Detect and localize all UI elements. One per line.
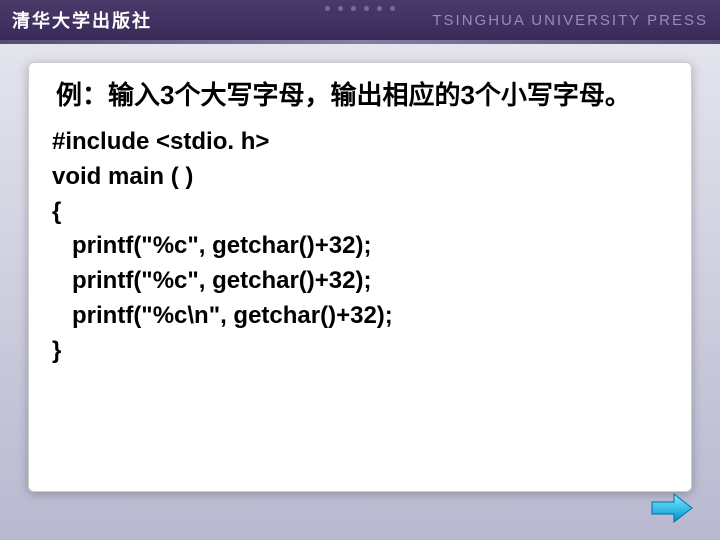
publisher-name-cn: 清华大学出版社 xyxy=(12,7,152,33)
header-bar: 清华大学出版社 TSINGHUA UNIVERSITY PRESS xyxy=(0,0,720,40)
arrow-right-icon xyxy=(650,490,694,526)
code-block: #include <stdio. h> void main ( ) { prin… xyxy=(52,125,672,369)
slide-content: 例：输入3个大写字母，输出相应的3个小写字母。 #include <stdio.… xyxy=(28,62,692,492)
header-divider xyxy=(0,40,720,44)
example-title: 例：输入3个大写字母，输出相应的3个小写字母。 xyxy=(56,76,672,115)
decorative-dots xyxy=(325,6,395,11)
next-arrow-icon[interactable] xyxy=(650,490,694,526)
publisher-name-en: TSINGHUA UNIVERSITY PRESS xyxy=(432,12,708,29)
